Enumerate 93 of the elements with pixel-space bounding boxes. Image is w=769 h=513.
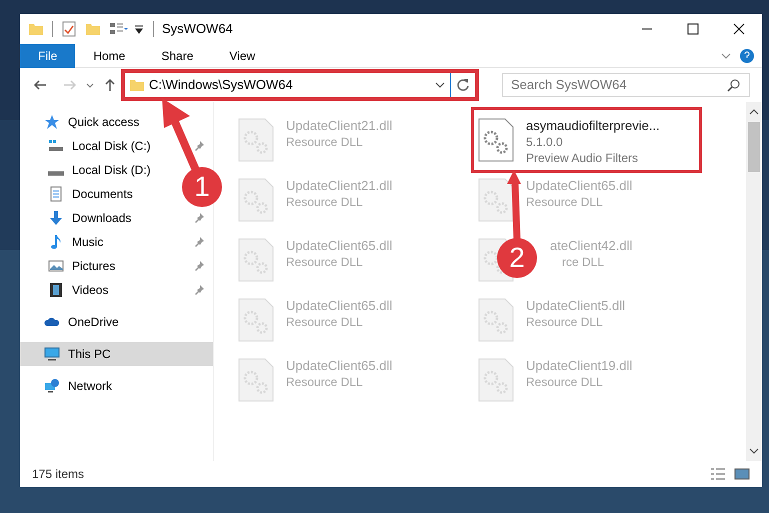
sidebar-item[interactable]: Downloads <box>48 209 132 227</box>
sidebar-item[interactable]: Documents <box>48 185 133 203</box>
file-gear-icon <box>238 358 274 402</box>
customize-caret-icon[interactable] <box>133 23 145 35</box>
sidebar-label: Documents <box>72 186 133 203</box>
document-icon <box>48 186 64 202</box>
scrollbar[interactable] <box>746 102 762 461</box>
file-name: UpdateClient65.dll <box>286 298 392 314</box>
pin-icon <box>193 284 205 296</box>
sidebar-label: Quick access <box>68 114 140 131</box>
file-gear-icon <box>238 118 274 162</box>
sidebar-item[interactable]: OneDrive <box>44 313 119 331</box>
folder-icon <box>129 77 145 93</box>
file-type: Resource DLL <box>286 254 364 270</box>
address-field[interactable]: C:\Windows\SysWOW64 <box>124 72 476 98</box>
pin-icon <box>193 140 205 152</box>
sidebar-label: Pictures <box>72 258 116 275</box>
search-input[interactable]: Search SysWOW64 <box>511 75 727 95</box>
pictures-icon <box>48 258 64 274</box>
file-type: rce DLL <box>561 254 606 270</box>
pin-icon <box>193 260 205 272</box>
sidebar-item[interactable]: Videos <box>48 281 108 299</box>
file-name: UpdateClient21.dll <box>286 118 392 134</box>
item-count: 175 items <box>32 466 84 483</box>
refresh-icon[interactable] <box>455 77 471 93</box>
file-type: Resource DLL <box>286 314 364 330</box>
pointer-arrow <box>507 170 521 240</box>
pin-icon <box>193 212 205 224</box>
file-type: Resource DLL <box>286 134 364 150</box>
file-item[interactable]: asymaudiofilterprevie... 5.1.0.0 Preview Audio Filters <box>474 110 699 170</box>
pin-icon <box>193 236 205 248</box>
file-type: Resource DLL <box>526 194 604 210</box>
checklist-icon <box>61 21 77 37</box>
file-gear-icon <box>478 298 514 342</box>
ribbon-tab[interactable]: Share <box>143 44 212 68</box>
file-name: ateClient42.dll <box>549 238 632 254</box>
file-type: Resource DLL <box>286 194 364 210</box>
file-name: asymaudiofilterprevie... <box>526 118 660 134</box>
file-name: UpdateClient65.dll <box>526 178 632 194</box>
file-type: Resource DLL <box>526 374 604 390</box>
ribbon-tab[interactable]: View <box>211 44 274 68</box>
sidebar-item[interactable]: Local Disk (D:) <box>48 161 151 179</box>
file-version: 5.1.0.0 <box>526 134 564 150</box>
sidebar-label: Videos <box>72 282 108 299</box>
sidebar-label: Local Disk (D:) <box>72 162 151 179</box>
download-icon <box>48 210 64 226</box>
file-gear-icon <box>478 358 514 402</box>
sidebar-item[interactable]: Pictures <box>48 257 116 275</box>
file-name: UpdateClient65.dll <box>286 238 392 254</box>
file-gear-icon <box>478 118 514 162</box>
film-icon <box>48 282 64 298</box>
sidebar-label: Network <box>68 378 112 395</box>
sidebar-label: Music <box>72 234 104 251</box>
scroll-thumb[interactable] <box>748 122 760 172</box>
file-gear-icon <box>478 178 514 222</box>
sidebar-item[interactable]: Quick access <box>44 113 140 131</box>
file-name: UpdateClient21.dll <box>286 178 392 194</box>
folder-icon <box>28 21 44 37</box>
sidebar-label: This PC <box>68 346 111 363</box>
sidebar-label: Downloads <box>72 210 132 227</box>
new-folder-icon <box>85 21 101 37</box>
drive-icon <box>48 138 64 154</box>
monitor-icon <box>44 346 60 362</box>
large-icons-view-icon[interactable] <box>734 466 750 482</box>
details-view-icon[interactable] <box>710 466 726 482</box>
window-title: SysWOW64 <box>162 20 233 38</box>
search-field[interactable]: Search SysWOW64 <box>502 73 750 97</box>
file-gear-icon <box>238 238 274 282</box>
network-icon <box>44 378 60 394</box>
file-name: UpdateClient65.dll <box>286 358 392 374</box>
file-gear-icon <box>238 178 274 222</box>
file-type: Resource DLL <box>526 314 604 330</box>
file-type: Resource DLL <box>286 374 364 390</box>
sidebar-label: OneDrive <box>68 314 119 331</box>
sidebar-item[interactable]: Music <box>48 233 104 251</box>
ribbon-tab[interactable]: File <box>20 44 76 68</box>
help-icon[interactable] <box>740 48 754 62</box>
drive-icon <box>48 170 64 176</box>
sidebar-label: Local Disk (C:) <box>72 138 151 155</box>
star-icon <box>44 114 60 130</box>
file-type: Preview Audio Filters <box>526 150 640 166</box>
search-icon <box>727 78 741 92</box>
file-gear-icon <box>238 298 274 342</box>
ribbon-tab[interactable]: Home <box>75 44 144 68</box>
sidebar-item[interactable]: Network <box>44 377 112 395</box>
sidebar-item[interactable]: This PC <box>20 342 213 366</box>
file-name: UpdateClient19.dll <box>526 358 632 374</box>
close-icon <box>733 23 745 35</box>
maximize-icon <box>687 23 699 35</box>
address-path: C:\Windows\SysWOW64 <box>149 76 294 94</box>
sidebar-item[interactable]: Local Disk (C:) <box>48 137 151 155</box>
file-name: UpdateClient5.dll <box>526 298 626 314</box>
properties-icon <box>109 21 129 37</box>
